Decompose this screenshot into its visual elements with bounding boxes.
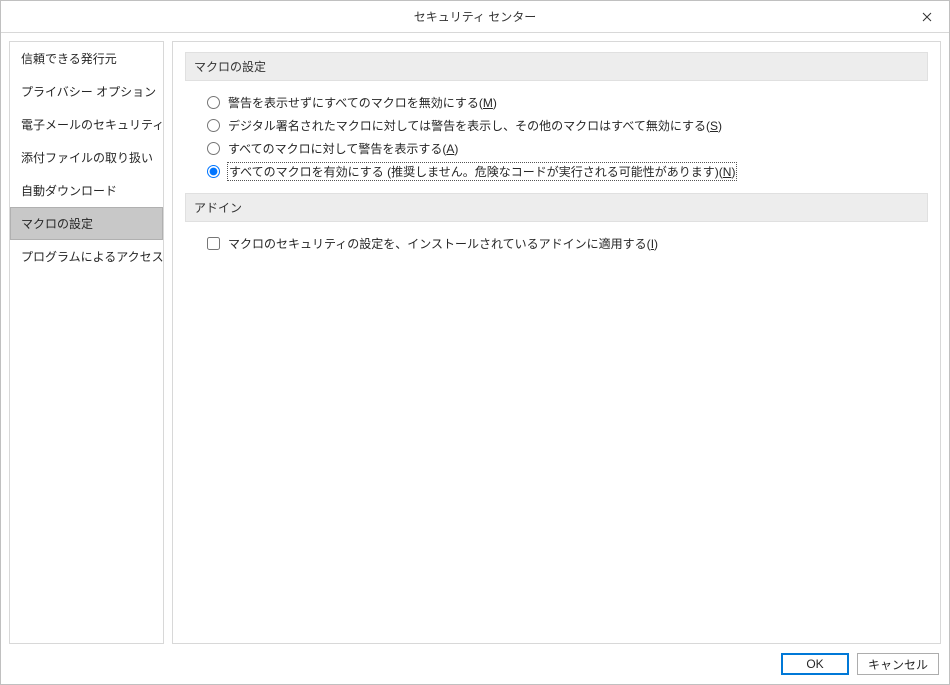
macro-radio-label[interactable]: すべてのマクロを有効にする (推奨しません。危険なコードが実行される可能性があり… bbox=[228, 163, 736, 180]
macro-radio[interactable] bbox=[207, 165, 220, 178]
dialog-body: 信頼できる発行元プライバシー オプション電子メールのセキュリティ添付ファイルの取… bbox=[1, 33, 949, 644]
addin-checkbox-label[interactable]: マクロのセキュリティの設定を、インストールされているアドインに適用する(I) bbox=[228, 235, 658, 252]
macro-radio[interactable] bbox=[207, 96, 220, 109]
ok-button[interactable]: OK bbox=[781, 653, 849, 675]
sidebar-item[interactable]: 電子メールのセキュリティ bbox=[10, 108, 163, 141]
close-icon bbox=[922, 12, 932, 22]
sidebar-item[interactable]: プログラムによるアクセス bbox=[10, 240, 163, 273]
macro-radio-label[interactable]: デジタル署名されたマクロに対しては警告を表示し、その他のマクロはすべて無効にする… bbox=[228, 117, 722, 134]
macro-option-row: デジタル署名されたマクロに対しては警告を表示し、その他のマクロはすべて無効にする… bbox=[185, 114, 928, 137]
section-header-addin: アドイン bbox=[185, 193, 928, 222]
section-header-macro: マクロの設定 bbox=[185, 52, 928, 81]
macro-radio[interactable] bbox=[207, 119, 220, 132]
sidebar-item[interactable]: マクロの設定 bbox=[10, 207, 163, 240]
cancel-button[interactable]: キャンセル bbox=[857, 653, 939, 675]
macro-option-row: 警告を表示せずにすべてのマクロを無効にする(M) bbox=[185, 91, 928, 114]
main-panel: マクロの設定 警告を表示せずにすべてのマクロを無効にする(M) デジタル署名された… bbox=[172, 41, 941, 644]
sidebar-item[interactable]: 添付ファイルの取り扱い bbox=[10, 141, 163, 174]
sidebar-item[interactable]: 自動ダウンロード bbox=[10, 174, 163, 207]
dialog-title: セキュリティ センター bbox=[414, 8, 537, 25]
addin-apply-checkbox[interactable] bbox=[207, 237, 220, 250]
addin-checkbox-row: マクロのセキュリティの設定を、インストールされているアドインに適用する(I) bbox=[185, 232, 928, 255]
titlebar: セキュリティ センター bbox=[1, 1, 949, 33]
security-center-dialog: セキュリティ センター 信頼できる発行元プライバシー オプション電子メールのセキ… bbox=[0, 0, 950, 685]
dialog-footer: OK キャンセル bbox=[1, 644, 949, 684]
sidebar-item[interactable]: プライバシー オプション bbox=[10, 75, 163, 108]
macro-radio-label[interactable]: すべてのマクロに対して警告を表示する(A) bbox=[228, 140, 458, 157]
close-button[interactable] bbox=[905, 1, 949, 32]
sidebar-item[interactable]: 信頼できる発行元 bbox=[10, 42, 163, 75]
macro-option-row: すべてのマクロに対して警告を表示する(A) bbox=[185, 137, 928, 160]
macro-option-row: すべてのマクロを有効にする (推奨しません。危険なコードが実行される可能性があり… bbox=[185, 160, 928, 183]
macro-radio-label[interactable]: 警告を表示せずにすべてのマクロを無効にする(M) bbox=[228, 94, 497, 111]
sidebar: 信頼できる発行元プライバシー オプション電子メールのセキュリティ添付ファイルの取… bbox=[9, 41, 164, 644]
macro-radio[interactable] bbox=[207, 142, 220, 155]
